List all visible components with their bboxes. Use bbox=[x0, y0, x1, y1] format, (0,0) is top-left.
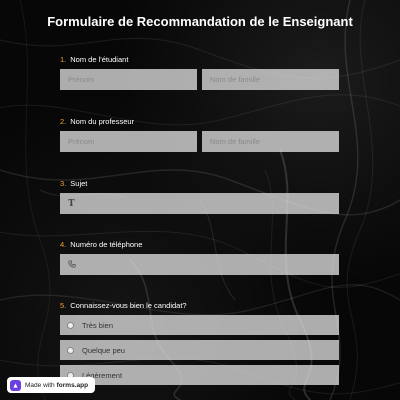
student-last-name-field[interactable] bbox=[202, 69, 339, 90]
student-first-name-field[interactable] bbox=[60, 69, 197, 90]
phone-field[interactable] bbox=[60, 254, 339, 275]
option-tres-bien[interactable]: Très bien bbox=[60, 315, 339, 335]
made-with-badge[interactable]: Made with forms.app bbox=[7, 377, 96, 393]
question-5-text: Connaissez-vous bien le candidat? bbox=[70, 301, 187, 310]
question-3-number: 3. bbox=[60, 179, 67, 188]
option-label: Très bien bbox=[82, 320, 113, 330]
question-3-label: 3. Sujet bbox=[60, 179, 87, 188]
student-first-name-input[interactable] bbox=[68, 75, 189, 84]
form-title: Formulaire de Recommandation de le Ensei… bbox=[47, 14, 353, 29]
option-legerement[interactable]: Légèrement bbox=[60, 365, 339, 385]
option-quelque-peu[interactable]: Quelque peu bbox=[60, 340, 339, 360]
question-4-text: Numéro de téléphone bbox=[70, 240, 143, 249]
question-1-number: 1. bbox=[60, 55, 67, 64]
question-3-text: Sujet bbox=[70, 179, 88, 188]
student-last-name-input[interactable] bbox=[210, 75, 331, 84]
question-4-number: 4. bbox=[60, 240, 67, 249]
question-5-label: 5. Connaissez-vous bien le candidat? bbox=[60, 301, 187, 310]
teacher-first-name-field[interactable] bbox=[60, 131, 197, 152]
text-icon: T bbox=[68, 198, 75, 209]
question-5-number: 5. bbox=[60, 301, 67, 310]
radio-button[interactable] bbox=[67, 346, 74, 354]
question-2-number: 2. bbox=[60, 117, 67, 126]
phone-icon bbox=[68, 259, 76, 270]
question-4-label: 4. Numéro de téléphone bbox=[60, 240, 142, 249]
badge-prefix: Made with bbox=[25, 381, 55, 389]
subject-field[interactable]: T bbox=[60, 193, 339, 214]
teacher-first-name-input[interactable] bbox=[68, 137, 189, 146]
question-1-label: 1. Nom de l'étudiant bbox=[60, 55, 128, 64]
question-2-label: 2. Nom du professeur bbox=[60, 117, 134, 126]
question-2-text: Nom du professeur bbox=[70, 117, 135, 126]
badge-brand: forms.app bbox=[56, 381, 89, 389]
teacher-last-name-input[interactable] bbox=[210, 137, 331, 146]
form-container: Formulaire de Recommandation de le Ensei… bbox=[0, 0, 400, 400]
teacher-last-name-field[interactable] bbox=[202, 131, 339, 152]
radio-button[interactable] bbox=[67, 321, 74, 329]
forms-app-logo-icon bbox=[10, 379, 21, 391]
question-1-text: Nom de l'étudiant bbox=[70, 55, 129, 64]
option-label: Quelque peu bbox=[82, 345, 125, 355]
